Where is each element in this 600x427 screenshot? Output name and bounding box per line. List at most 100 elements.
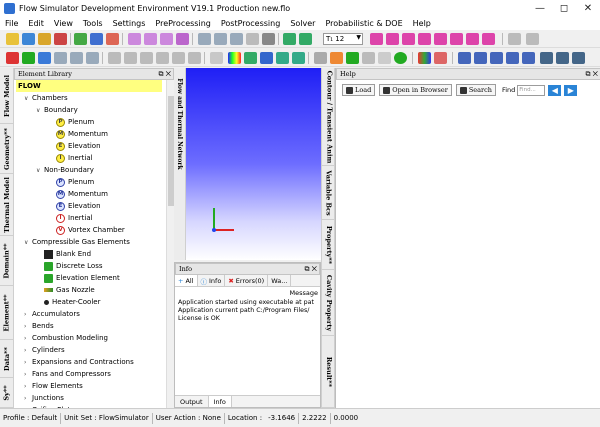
run-solver-icon[interactable] (314, 52, 327, 64)
tab-variable-bcs[interactable]: Variable Bcs (322, 166, 336, 220)
tree-item[interactable]: E Elevation (48, 200, 101, 212)
network-icon[interactable] (74, 33, 87, 45)
tree-item[interactable]: ∨ Chambers (24, 92, 68, 104)
tree-item[interactable]: P Plenum (48, 116, 94, 128)
tab-data[interactable]: Data** (0, 340, 14, 378)
tab-domain[interactable]: Domain** (0, 236, 14, 286)
axis-xz-icon[interactable] (402, 33, 415, 45)
align-top-icon[interactable] (140, 52, 153, 64)
tree-item[interactable]: › Junctions (24, 392, 64, 404)
redo-icon[interactable] (526, 33, 539, 45)
filter-errors[interactable]: ✖ Errors(0) (225, 275, 269, 286)
tree-item[interactable]: Blank End (36, 248, 91, 260)
tab-property[interactable]: Property** (322, 220, 336, 270)
zoom-in-icon[interactable] (198, 33, 211, 45)
tab-result[interactable]: Result** (322, 336, 336, 408)
new-file-icon[interactable] (6, 33, 19, 45)
tree-item[interactable]: › Cylinders (24, 344, 65, 356)
export-icon[interactable] (54, 33, 67, 45)
tree-item[interactable]: M Momentum (48, 188, 108, 200)
tree-item[interactable]: I Inertial (48, 152, 93, 164)
align-left-icon[interactable] (108, 52, 121, 64)
tab-thermal-model[interactable]: Thermal Model (0, 174, 14, 236)
color-map-icon[interactable] (228, 52, 241, 64)
minimize-button[interactable]: — (528, 0, 552, 17)
menu-probabilistic-doe[interactable]: Probabilistic & DOE (320, 19, 407, 28)
grid-icon[interactable] (210, 52, 223, 64)
tab-element[interactable]: Element** (0, 286, 14, 340)
menu-view[interactable]: View (49, 19, 78, 28)
model-canvas[interactable] (186, 68, 321, 260)
export-image-icon[interactable] (572, 52, 585, 64)
menu-tools[interactable]: Tools (78, 19, 108, 28)
axis-front-icon[interactable] (434, 33, 447, 45)
tab-contour-transient[interactable]: Contour / Transient Anim (322, 68, 336, 166)
search-button[interactable]: Search (455, 84, 496, 96)
axis-iso-icon[interactable] (418, 33, 431, 45)
tab-flow-model[interactable]: Flow Model (0, 68, 14, 124)
zoom-fit-icon[interactable] (230, 33, 243, 45)
menu-preprocessing[interactable]: PreProcessing (150, 19, 215, 28)
cube-icon[interactable] (38, 52, 51, 64)
select-icon[interactable] (128, 33, 141, 45)
filter-all[interactable]: + All (175, 275, 198, 286)
distribute-v-icon[interactable] (188, 52, 201, 64)
blue-cube-icon[interactable] (260, 52, 273, 64)
axis-top-icon[interactable] (482, 33, 495, 45)
select-group-icon[interactable] (176, 33, 189, 45)
select-element-icon[interactable] (160, 33, 173, 45)
graph-icon[interactable] (458, 52, 471, 64)
open-in-browser-button[interactable]: Open in Browser (379, 84, 452, 96)
tree-item[interactable]: P Plenum (48, 176, 94, 188)
axis-side-icon[interactable] (466, 33, 479, 45)
open-file-icon[interactable] (22, 33, 35, 45)
find-previous-icon[interactable]: ◀ (548, 84, 562, 96)
close-icon[interactable]: ⧉ ✕ (585, 70, 598, 79)
font-increase-icon[interactable] (283, 33, 296, 45)
tab-geometry[interactable]: Geometry** (0, 124, 14, 174)
tree-item[interactable]: M Momentum (48, 128, 108, 140)
tree-item[interactable]: › Flow Elements (24, 380, 83, 392)
plot-icon[interactable] (434, 52, 447, 64)
axis-back-icon[interactable] (450, 33, 463, 45)
filter-info[interactable]: ⓘ Info (198, 275, 226, 286)
align-right-icon[interactable] (124, 52, 137, 64)
camera-icon[interactable] (556, 52, 569, 64)
close-icon[interactable]: ⧉ ✕ (158, 70, 171, 79)
refresh-icon[interactable] (276, 52, 289, 64)
user-icon[interactable] (106, 33, 119, 45)
network-side-tab[interactable]: Flow and Thermal Network (174, 68, 186, 260)
load-button[interactable]: Load (342, 84, 376, 96)
tree-item[interactable]: Gas Nozzle (36, 284, 95, 296)
tree-item[interactable]: › Combustion Modeling (24, 332, 108, 344)
scatter-icon[interactable] (474, 52, 487, 64)
report-icon[interactable] (362, 52, 375, 64)
curve-icon[interactable] (490, 52, 503, 64)
find-next-icon[interactable]: ▶ (564, 84, 578, 96)
font-size-select[interactable]: T₁ 12 ▼ (323, 33, 363, 45)
cube-wire-icon[interactable] (70, 52, 83, 64)
sensor-icon[interactable] (522, 52, 535, 64)
tab-output[interactable]: Output (175, 396, 209, 407)
output-icon[interactable] (378, 52, 391, 64)
zoom-out-icon[interactable] (214, 33, 227, 45)
bar-chart-icon[interactable] (418, 52, 431, 64)
tree-item[interactable]: ∨ Compressible Gas Elements (24, 236, 130, 248)
palette-icon[interactable] (292, 52, 305, 64)
move-icon[interactable] (262, 33, 275, 45)
select-node-icon[interactable] (144, 33, 157, 45)
tree-item[interactable]: Elevation Element (36, 272, 120, 284)
menu-settings[interactable]: Settings (108, 19, 151, 28)
green-circle-icon[interactable] (394, 52, 407, 64)
tree-item[interactable]: I Inertial (48, 212, 93, 224)
menu-postprocessing[interactable]: PostProcessing (216, 19, 285, 28)
close-icon[interactable]: ⧉ ✕ (304, 265, 317, 274)
draw-pipe-icon[interactable] (22, 52, 35, 64)
axis-yz-icon[interactable] (386, 33, 399, 45)
tree-item[interactable]: E Elevation (48, 140, 101, 152)
check-icon[interactable] (346, 52, 359, 64)
tree-item[interactable]: Heater-Cooler (36, 296, 100, 308)
close-button[interactable]: ✕ (576, 0, 600, 17)
stop-icon[interactable] (330, 52, 343, 64)
menu-file[interactable]: File (0, 19, 23, 28)
